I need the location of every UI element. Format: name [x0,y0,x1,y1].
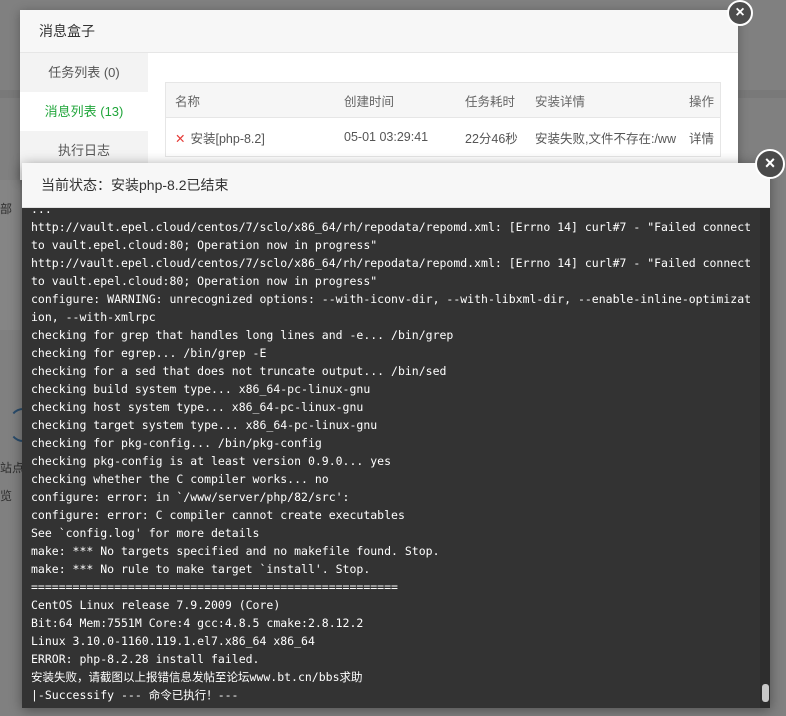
log-line: checking for grep that handles long line… [31,328,454,342]
scrollbar-thumb[interactable] [762,684,769,702]
cell-detail: 安装失败,文件不存在:/ww [535,131,676,146]
column-header-name: 名称 [165,82,335,118]
table-row: ✕ 安装[php-8.2] 05-01 03:29:41 22分46秒 安装失败,… [166,118,721,157]
log-line: checking pkg-config is at least version … [31,454,392,468]
task-name: 安装[php-8.2] [190,131,265,146]
log-line: http://vault.epel.cloud/centos/7/sclo/x8… [31,220,758,252]
message-box-dialog: 消息盒子 任务列表 (0) 消息列表 (13) 执行日志 名称 创建时间 任务耗… [20,10,738,180]
log-line: ========================================… [31,580,398,594]
log-line: checking for pkg-config... /bin/pkg-conf… [31,436,322,450]
log-line: See `config.log' for more details [31,526,260,540]
log-line: checking host system type... x86_64-pc-l… [31,400,364,414]
cell-name: ✕ 安装[php-8.2] [166,118,336,157]
close-icon[interactable]: × [727,0,753,26]
fail-icon: ✕ [175,131,186,146]
log-line: Linux 3.10.0-1160.119.1.el7.x86_64 x86_6… [31,634,315,648]
log-line: make: *** No targets specified and no ma… [31,544,440,558]
log-line: CentOS Linux release 7.9.2009 (Core) [31,598,281,612]
install-log-console[interactable]: ... http://vault.epel.cloud/centos/7/sclo… [22,208,770,708]
log-line: 安装失败，请截图以上报错信息发帖至论坛www.bt.cn/bbs求助 [31,670,363,684]
cell-duration: 22分46秒 [465,131,518,146]
message-box-sidebar: 任务列表 (0) 消息列表 (13) 执行日志 [20,53,148,180]
log-line: configure: error: C compiler cannot crea… [31,508,405,522]
log-line: configure: error: in `/www/server/php/82… [31,490,350,504]
log-line: checking build system type... x86_64-pc-… [31,382,371,396]
log-line: |-Successify --- 命令已执行！--- [31,688,239,702]
column-header-action: 操作 [680,82,721,118]
log-line: Bit:64 Mem:7551M Core:4 gcc:4.8.5 cmake:… [31,616,364,630]
log-line: checking whether the C compiler works...… [31,472,329,486]
column-header-duration: 任务耗时 [456,82,526,118]
close-icon[interactable]: × [755,149,785,179]
scrollbar[interactable] [760,208,770,708]
message-table: 名称 创建时间 任务耗时 安装详情 操作 ✕ 安装[php-8.2] 05-01 … [165,82,721,157]
column-header-detail: 安装详情 [526,82,680,118]
log-output: ... http://vault.epel.cloud/centos/7/sclo… [31,208,755,704]
table-header-row: 名称 创建时间 任务耗时 安装详情 操作 [165,82,721,118]
log-line: checking target system type... x86_64-pc… [31,418,378,432]
log-line: ERROR: php-8.2.28 install failed. [31,652,260,666]
log-line: checking for egrep... /bin/grep -E [31,346,267,360]
log-line: configure: WARNING: unrecognized options… [31,292,752,324]
column-header-created: 创建时间 [335,82,456,118]
log-line: http://vault.epel.cloud/centos/7/sclo/x8… [31,256,758,288]
cell-created: 05-01 03:29:41 [344,130,429,144]
install-log-dialog: 当前状态：安装php-8.2已结束 ... http://vault.epel.c… [22,163,770,708]
message-box-title: 消息盒子 [20,10,738,53]
log-line: ... [31,208,52,216]
sidebar-item-tasks[interactable]: 任务列表 (0) [20,53,148,92]
log-line: checking for a sed that does not truncat… [31,364,447,378]
install-status-title: 当前状态：安装php-8.2已结束 [22,163,770,208]
sidebar-item-messages[interactable]: 消息列表 (13) [20,92,148,131]
details-link[interactable]: 详情 [680,118,721,157]
log-line: make: *** No rule to make target `instal… [31,562,371,576]
